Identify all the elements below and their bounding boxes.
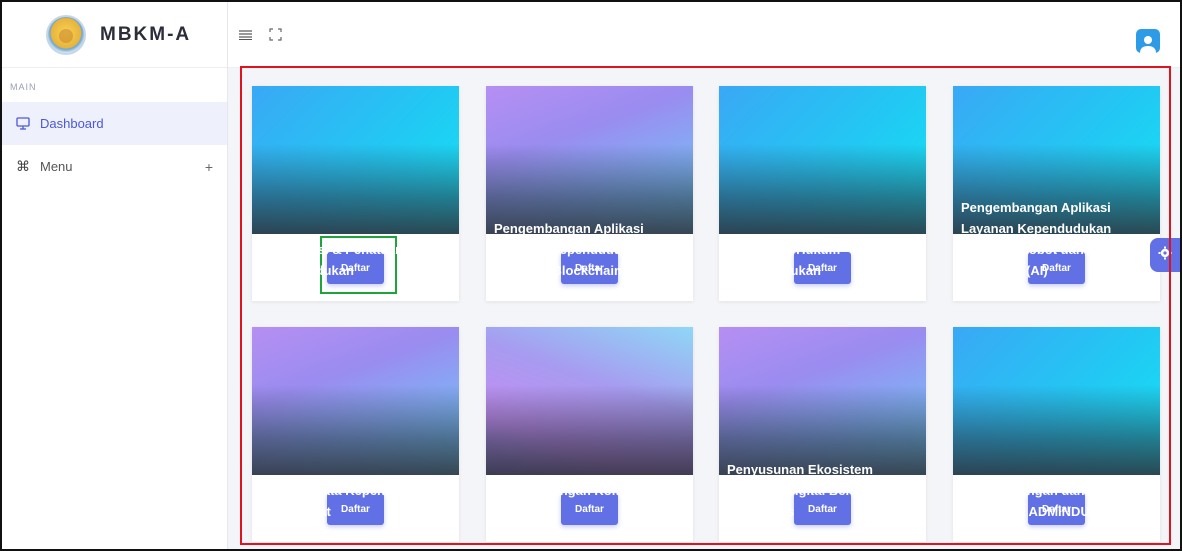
- brand[interactable]: MBKM-A: [2, 2, 227, 68]
- card-title: Pengembangan Aplikasi Layanan Kependuduk…: [961, 200, 1139, 278]
- card-title: Digitalisasi & Penataan Arsip Kependuduk…: [260, 242, 440, 278]
- gear-icon: [1158, 246, 1172, 265]
- top-header: [228, 2, 1180, 68]
- card-cover: [719, 327, 926, 475]
- program-card: Pengembangan Aplikasi Layanan Kependuduk…: [953, 86, 1160, 301]
- card-cover: [953, 327, 1160, 475]
- card-title: Pengembangan Komunikasi Publik: [494, 483, 669, 519]
- card-cover: [719, 86, 926, 234]
- program-card: Digitalisasi & Penataan Arsip Kependuduk…: [252, 86, 459, 301]
- card-title: Pengembangan dan Inovasi Pelayanan ADMIN…: [961, 483, 1133, 519]
- user-avatar-icon[interactable]: [1136, 29, 1160, 53]
- program-card: Pengembangan dan Inovasi Pelayanan ADMIN…: [953, 327, 1160, 542]
- card-cover: [252, 327, 459, 475]
- monitor-icon: [14, 117, 32, 130]
- card-title: Penyusunan Ekosistem Ekonomi Digital Ber…: [727, 462, 884, 519]
- sidebar-item-menu[interactable]: ⌘ Menu +: [2, 145, 227, 188]
- app-window: MBKM-A MAIN Dashboard ⌘ Menu + Digitalis…: [0, 0, 1182, 551]
- university-logo-icon: [46, 14, 86, 55]
- card-title: Analisis Data Kependudukan Masyarakat: [260, 483, 440, 519]
- program-card: Penyusunan Ekosistem Ekonomi Digital Ber…: [719, 327, 926, 542]
- fullscreen-icon[interactable]: [264, 24, 286, 46]
- program-card: Tim Kasus Hukum Kependudukan Daftar: [719, 86, 926, 301]
- command-icon: ⌘: [16, 158, 30, 174]
- sidebar: MBKM-A MAIN Dashboard ⌘ Menu +: [2, 2, 228, 549]
- program-card: Analisis Data Kependudukan Masyarakat Da…: [252, 327, 459, 542]
- sidebar-item-dashboard[interactable]: Dashboard: [2, 102, 227, 145]
- program-card: Pengembangan Aplikasi Layanan Kependuduk…: [486, 86, 693, 301]
- expand-icon[interactable]: +: [205, 159, 213, 175]
- card-title: Tim Kasus Hukum Kependudukan: [727, 242, 841, 278]
- program-card: Pengembangan Komunikasi Publik Daftar: [486, 327, 693, 542]
- sidebar-section-label: MAIN: [10, 82, 37, 92]
- sidebar-item-label: Dashboard: [40, 116, 104, 131]
- card-cover: [252, 86, 459, 234]
- settings-toggle[interactable]: [1150, 238, 1180, 272]
- card-cover: [486, 327, 693, 475]
- sidebar-item-label: Menu: [40, 159, 73, 174]
- brand-name: MBKM-A: [100, 23, 192, 45]
- card-title: Pengembangan Aplikasi Layanan Kependuduk…: [494, 221, 645, 278]
- hamburger-icon[interactable]: [234, 24, 256, 46]
- card-cover: [486, 86, 693, 234]
